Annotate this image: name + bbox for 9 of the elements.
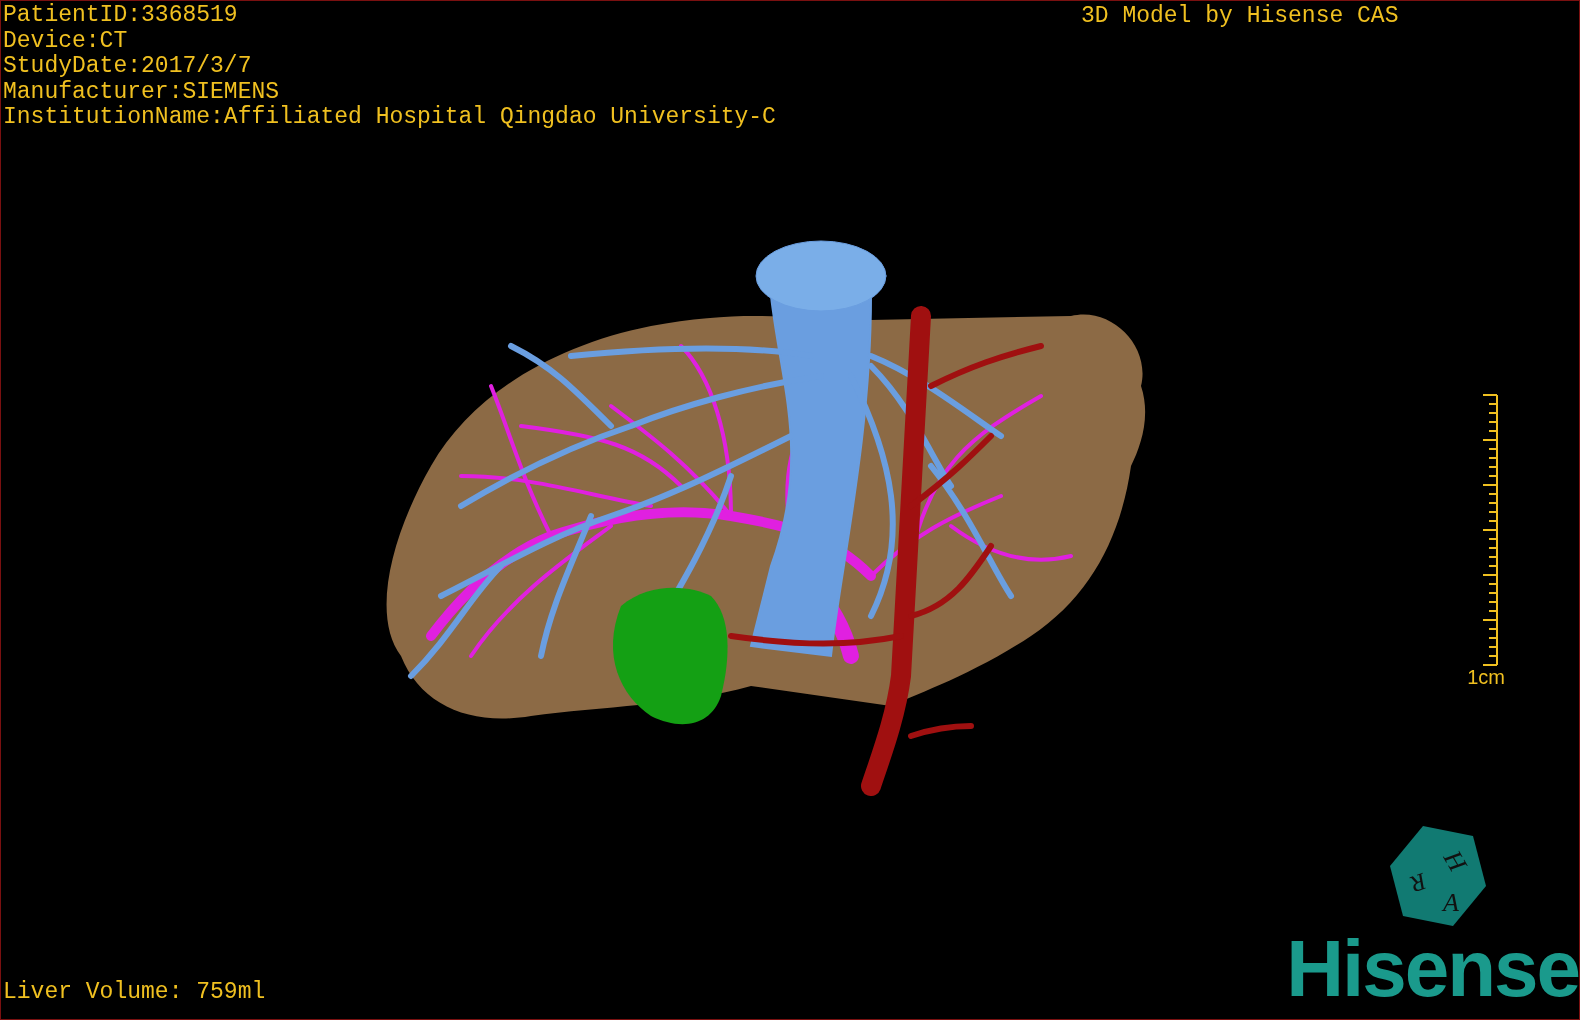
dicom-info-text: Manufacturer:SIEMENS	[3, 79, 281, 105]
viewer-title: 3D Model by Hisense CAS	[1081, 3, 1399, 29]
dicom-info-text: Device:CT	[3, 28, 129, 54]
scale-label: 1cm	[1467, 666, 1505, 688]
brand-logo: Hisense	[1286, 931, 1579, 1007]
liver-volume-text: Liver Volume: 759ml	[3, 979, 266, 1005]
dicom-info-text: StudyDate:2017/3/7	[3, 54, 253, 80]
dicom-info-text: PatientID:3368519	[3, 3, 239, 29]
dicom-info-text: InstitutionName:Affiliated Hospital Qingdao University-C	[3, 105, 776, 131]
